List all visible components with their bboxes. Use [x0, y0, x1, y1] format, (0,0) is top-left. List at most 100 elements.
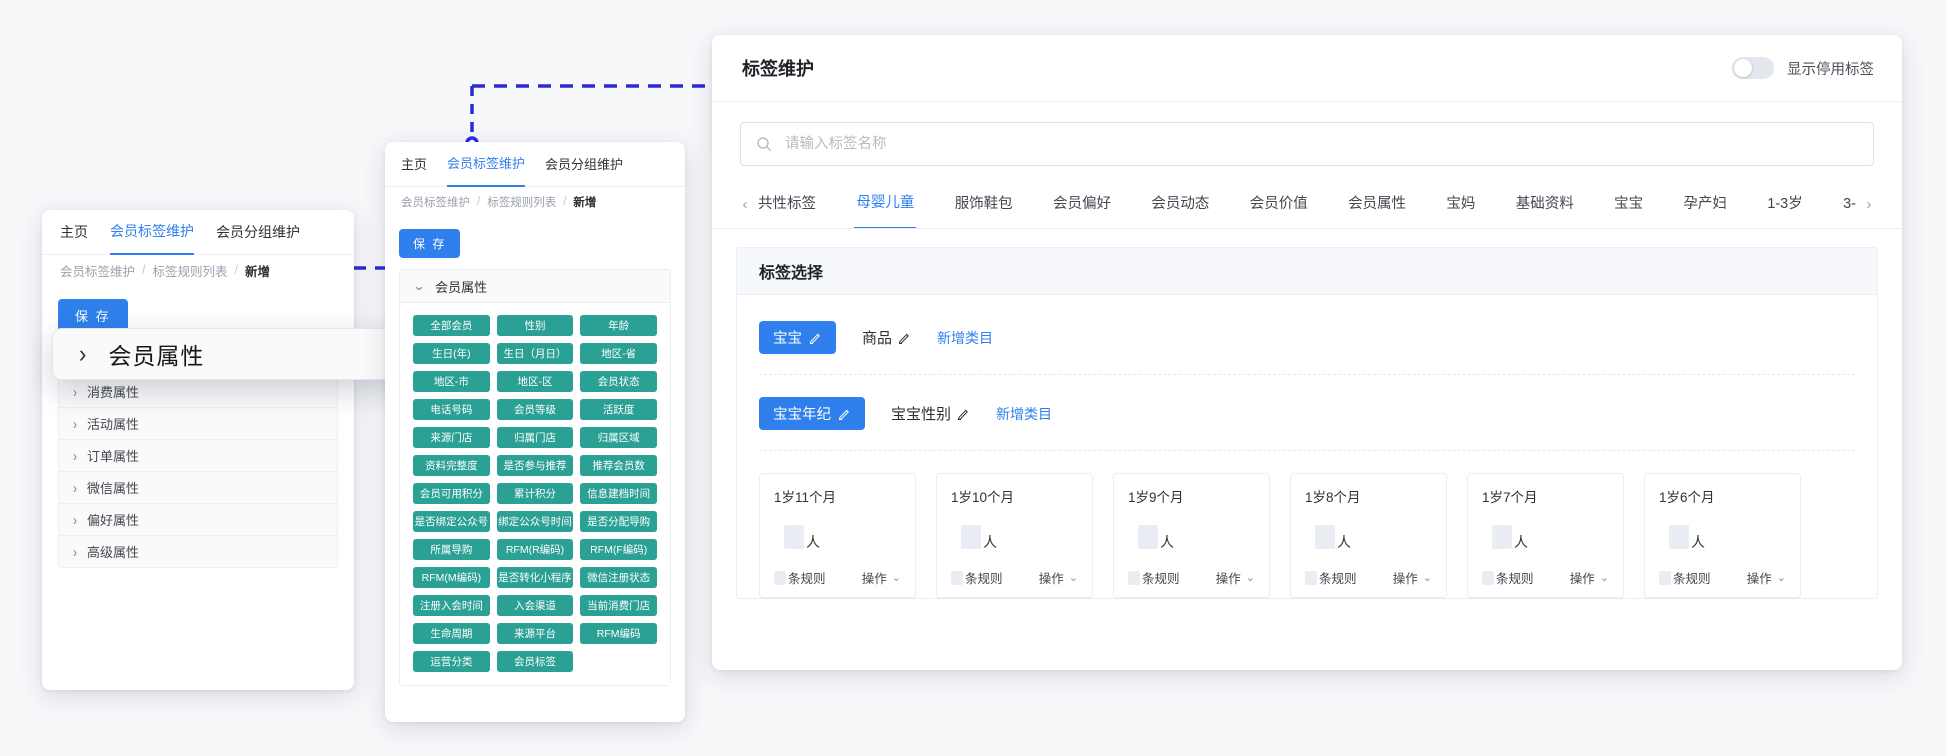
- tab-item-11[interactable]: 1-3岁: [1765, 181, 1804, 228]
- tag-chip[interactable]: 生日(年): [413, 343, 490, 364]
- tab-item-9[interactable]: 宝宝: [1612, 181, 1645, 228]
- tag-chip[interactable]: 会员标签: [496, 651, 574, 672]
- save-button[interactable]: 保 存: [399, 229, 461, 258]
- magnified-accordion-item-member-attr[interactable]: › 会员属性: [52, 328, 416, 380]
- tag-chip[interactable]: 是否绑定公众号: [413, 511, 490, 532]
- tag-chip[interactable]: 地区-市: [413, 371, 490, 392]
- tag-card[interactable]: 1岁9个月人条规则 操作 ⌄: [1113, 473, 1270, 598]
- tabs-prev-arrow[interactable]: ‹: [734, 196, 756, 213]
- tag-card[interactable]: 1岁10个月人条规则 操作 ⌄: [936, 473, 1093, 598]
- accordion-item-order-attr[interactable]: › 订单属性: [59, 440, 337, 472]
- section-header[interactable]: ⌄ 会员属性: [400, 270, 670, 303]
- tab-item-3[interactable]: 会员偏好: [1051, 181, 1113, 228]
- tag-card[interactable]: 1岁6个月人条规则 操作 ⌄: [1644, 473, 1801, 598]
- category-chip-baby-age[interactable]: 宝宝年纪: [759, 397, 865, 430]
- edit-pencil-icon[interactable]: [898, 331, 911, 344]
- tag-chip[interactable]: RFM(F编码): [580, 539, 657, 560]
- tab-item-12[interactable]: 3-: [1841, 181, 1858, 228]
- tag-chip[interactable]: 地区-省: [580, 343, 657, 364]
- tag-chip[interactable]: 全部会员: [413, 315, 490, 336]
- edit-pencil-icon[interactable]: [957, 407, 970, 420]
- tag-chip[interactable]: RFM编码: [580, 623, 657, 644]
- tag-chip[interactable]: 累计积分: [496, 483, 574, 504]
- card-action-menu[interactable]: 操作 ⌄: [1570, 568, 1609, 587]
- tag-chip[interactable]: 绑定公众号时间: [496, 511, 574, 532]
- tag-chip[interactable]: 资料完整度: [413, 455, 490, 476]
- add-category-link-level2[interactable]: 新增类目: [996, 404, 1052, 424]
- tab-item-4[interactable]: 会员动态: [1149, 181, 1211, 228]
- accordion-item-wechat-attr[interactable]: › 微信属性: [59, 472, 337, 504]
- breadcrumb-item-2[interactable]: 标签规则列表: [153, 261, 228, 280]
- accordion-item-activity-attr[interactable]: › 活动属性: [59, 408, 337, 440]
- breadcrumb-item-1[interactable]: 会员标签维护: [401, 194, 470, 210]
- tab-item-8[interactable]: 基础资料: [1514, 181, 1576, 228]
- tab-item-10[interactable]: 孕产妇: [1681, 181, 1729, 228]
- tag-chip[interactable]: 信息建档时间: [580, 483, 657, 504]
- tab-item-6[interactable]: 会员属性: [1346, 181, 1408, 228]
- add-category-link-level1[interactable]: 新增类目: [937, 328, 993, 348]
- search-input[interactable]: [783, 135, 1858, 153]
- nav-item-home[interactable]: 主页: [401, 143, 427, 186]
- tag-chip[interactable]: 会员状态: [580, 371, 657, 392]
- tab-item-0[interactable]: 共性标签: [756, 181, 818, 228]
- tab-item-2[interactable]: 服饰鞋包: [953, 181, 1015, 228]
- card-action-menu[interactable]: 操作 ⌄: [1216, 568, 1255, 587]
- breadcrumb-item-2[interactable]: 标签规则列表: [487, 194, 556, 210]
- tag-chip[interactable]: 归属门店: [496, 427, 574, 448]
- card-action-menu[interactable]: 操作 ⌄: [1747, 568, 1786, 587]
- tag-chip[interactable]: RFM(M编码): [413, 567, 490, 588]
- tabs-next-arrow[interactable]: ›: [1858, 196, 1880, 213]
- tag-chip[interactable]: 当前消费门店: [580, 595, 657, 616]
- tag-chip[interactable]: 活跃度: [580, 399, 657, 420]
- accordion-item-preference-attr[interactable]: › 偏好属性: [59, 504, 337, 536]
- rules-count-group: 条规则: [1128, 568, 1180, 587]
- show-disabled-switch[interactable]: [1732, 57, 1774, 79]
- search-box[interactable]: [740, 122, 1874, 166]
- tag-chip[interactable]: 性别: [496, 315, 574, 336]
- accordion-item-advanced-attr[interactable]: › 高级属性: [59, 536, 337, 567]
- tag-card[interactable]: 1岁11个月人条规则 操作 ⌄: [759, 473, 916, 598]
- tag-card[interactable]: 1岁8个月人条规则 操作 ⌄: [1290, 473, 1447, 598]
- tag-chip[interactable]: 归属区域: [580, 427, 657, 448]
- tag-chip[interactable]: 年龄: [580, 315, 657, 336]
- tag-chip[interactable]: 地区-区: [496, 371, 574, 392]
- card-action-menu[interactable]: 操作 ⌄: [1393, 568, 1432, 587]
- accordion-item-consumption-attr[interactable]: › 消费属性: [59, 376, 337, 408]
- tag-chip[interactable]: 所属导购: [413, 539, 490, 560]
- tag-chip[interactable]: 运营分类: [413, 651, 490, 672]
- nav-item-home[interactable]: 主页: [60, 211, 88, 254]
- tag-chip[interactable]: RFM(R编码): [496, 539, 574, 560]
- breadcrumb-item-1[interactable]: 会员标签维护: [60, 261, 135, 280]
- card-action-menu[interactable]: 操作 ⌄: [862, 568, 901, 587]
- nav-item-tag-maintenance[interactable]: 会员标签维护: [447, 142, 526, 187]
- tag-chip[interactable]: 会员可用积分: [413, 483, 490, 504]
- tag-chip[interactable]: 来源平台: [496, 623, 574, 644]
- tag-chip[interactable]: 是否分配导购: [580, 511, 657, 532]
- card-action-menu[interactable]: 操作 ⌄: [1039, 568, 1078, 587]
- tab-item-5[interactable]: 会员价值: [1248, 181, 1310, 228]
- tag-chip[interactable]: 入会渠道: [496, 595, 574, 616]
- tag-card-footer: 条规则 操作 ⌄: [1128, 568, 1255, 587]
- tag-chip[interactable]: 来源门店: [413, 427, 490, 448]
- tag-card[interactable]: 1岁7个月人条规则 操作 ⌄: [1467, 473, 1624, 598]
- tag-chip[interactable]: 微信注册状态: [580, 567, 657, 588]
- category-chip-baby-gender[interactable]: 宝宝性别: [891, 403, 970, 424]
- edit-pencil-icon[interactable]: [838, 407, 851, 420]
- switch-knob: [1734, 59, 1752, 77]
- tag-chip[interactable]: 生日（月日）: [496, 343, 574, 364]
- tag-chip[interactable]: 电话号码: [413, 399, 490, 420]
- category-chip-baby[interactable]: 宝宝: [759, 321, 836, 354]
- category-chip-product[interactable]: 商品: [862, 327, 911, 348]
- nav-item-tag-maintenance[interactable]: 会员标签维护: [110, 210, 194, 255]
- edit-pencil-icon[interactable]: [809, 331, 822, 344]
- tab-item-1[interactable]: 母婴儿童: [854, 180, 917, 228]
- nav-item-group-maintenance[interactable]: 会员分组维护: [216, 211, 300, 254]
- tag-chip[interactable]: 生命周期: [413, 623, 490, 644]
- tab-item-7[interactable]: 宝妈: [1444, 181, 1477, 228]
- tag-chip[interactable]: 是否转化小程序: [496, 567, 574, 588]
- tag-chip[interactable]: 推荐会员数: [580, 455, 657, 476]
- tag-chip[interactable]: 注册入会时间: [413, 595, 490, 616]
- nav-item-group-maintenance[interactable]: 会员分组维护: [545, 143, 623, 186]
- tag-chip[interactable]: 会员等级: [496, 399, 574, 420]
- tag-chip[interactable]: 是否参与推荐: [496, 455, 574, 476]
